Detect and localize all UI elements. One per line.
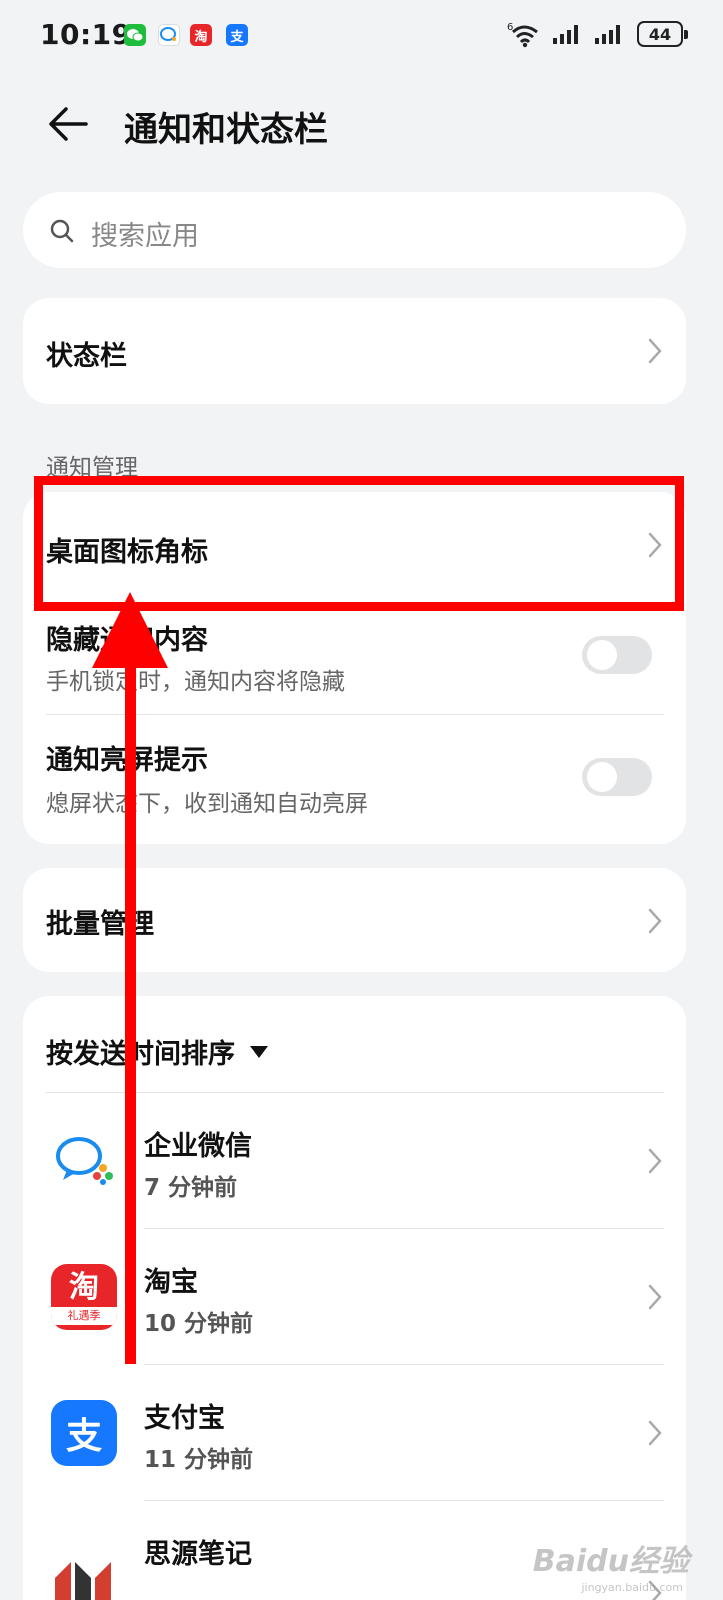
sort-label: 按发送时间排序 — [46, 1039, 235, 1070]
app-last-notification-time: 7 分钟前 — [144, 1175, 238, 1201]
taobao-icon: 淘 礼遇季 — [51, 1264, 117, 1330]
signal-icon-2 — [595, 25, 620, 44]
list-item-app[interactable]: 淘 礼遇季 淘宝 10 分钟前 — [23, 1228, 686, 1364]
chevron-right-icon — [648, 338, 662, 364]
status-bar-settings-row[interactable]: 状态栏 — [23, 298, 686, 404]
app-name: 淘宝 — [144, 1267, 198, 1298]
page-title: 通知和状态栏 — [124, 110, 328, 150]
wake-screen-title: 通知亮屏提示 — [46, 745, 208, 776]
hide-content-title: 隐藏通知内容 — [46, 625, 208, 656]
watermark-logo: Baidu经验 — [532, 1544, 689, 1579]
chevron-right-icon — [648, 1148, 662, 1174]
search-placeholder: 搜索应用 — [91, 221, 199, 252]
alipay-icon: 支 — [226, 24, 248, 46]
status-time: 10:19 — [40, 18, 132, 51]
status-bar: 10:19 淘 支 6 44 — [0, 0, 723, 70]
wifi-icon: 6 — [507, 22, 538, 48]
hide-content-subtitle: 手机锁定时，通知内容将隐藏 — [46, 669, 345, 695]
siyuan-icon — [51, 1538, 117, 1600]
wake-screen-row: 通知亮屏提示 熄屏状态下，收到通知自动亮屏 — [23, 714, 686, 844]
search-icon — [50, 219, 74, 243]
batch-manage-row[interactable]: 批量管理 — [23, 868, 686, 972]
search-input[interactable]: 搜索应用 — [23, 192, 686, 268]
wework-icon — [158, 24, 180, 46]
wework-icon — [51, 1126, 117, 1192]
list-item-app[interactable]: 支 支付宝 11 分钟前 — [23, 1364, 686, 1500]
app-name: 企业微信 — [144, 1131, 252, 1162]
batch-manage-label: 批量管理 — [46, 909, 154, 940]
hide-content-row: 隐藏通知内容 手机锁定时，通知内容将隐藏 — [23, 602, 686, 714]
wake-screen-toggle[interactable] — [582, 758, 652, 796]
wechat-icon — [124, 24, 146, 46]
battery-indicator: 44 — [637, 21, 688, 47]
chevron-right-icon — [648, 908, 662, 934]
highlight-box — [34, 476, 684, 611]
wake-screen-subtitle: 熄屏状态下，收到通知自动亮屏 — [46, 791, 368, 817]
taobao-icon: 淘 — [190, 24, 212, 46]
watermark-url: jingyan.baidu.com — [581, 1581, 683, 1594]
signal-icon — [553, 25, 578, 44]
status-bar-row-label: 状态栏 — [46, 341, 127, 372]
hide-content-toggle[interactable] — [582, 636, 652, 674]
alipay-icon: 支 — [51, 1400, 117, 1466]
list-item-app[interactable]: 企业微信 7 分钟前 — [23, 1092, 686, 1228]
app-last-notification-time: 10 分钟前 — [144, 1311, 254, 1337]
caret-down-icon — [250, 1045, 268, 1058]
app-list-card: 按发送时间排序 企业微信 7 分钟前 淘 礼遇季 淘宝 10 分钟前 支 支付宝… — [23, 996, 686, 1600]
app-last-notification-time: 11 分钟前 — [144, 1447, 254, 1473]
sort-dropdown[interactable]: 按发送时间排序 — [46, 1032, 269, 1071]
back-arrow-icon[interactable] — [46, 104, 90, 144]
chevron-right-icon — [648, 1420, 662, 1446]
chevron-right-icon — [648, 1284, 662, 1310]
app-name: 思源笔记 — [144, 1539, 252, 1570]
app-name: 支付宝 — [144, 1403, 225, 1434]
